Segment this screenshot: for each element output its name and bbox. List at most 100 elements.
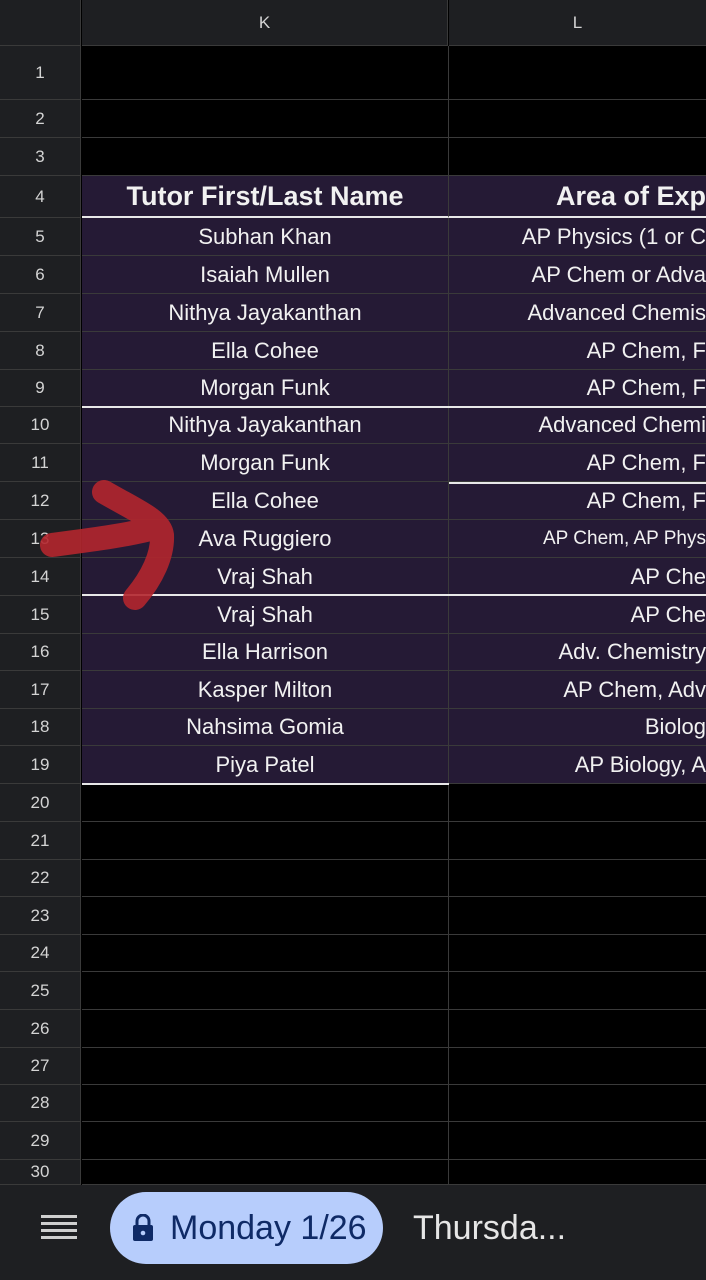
cell-k[interactable] bbox=[82, 822, 449, 860]
cell-l[interactable]: AP Physics (1 or C bbox=[449, 218, 706, 256]
cell-l[interactable] bbox=[449, 138, 706, 176]
row-number[interactable]: 26 bbox=[0, 1010, 81, 1048]
cell-k[interactable] bbox=[82, 897, 449, 935]
cell-l[interactable]: AP Biology, A bbox=[449, 746, 706, 784]
cell-k[interactable]: Ella Cohee bbox=[82, 482, 449, 520]
cell-l[interactable]: Advanced Chemi bbox=[449, 407, 706, 444]
row-number[interactable]: 7 bbox=[0, 294, 81, 332]
cell-l[interactable] bbox=[449, 897, 706, 935]
cell-k[interactable]: Nahsima Gomia bbox=[82, 709, 449, 746]
all-sheets-menu-icon[interactable] bbox=[41, 1215, 77, 1241]
cell-k[interactable]: Morgan Funk bbox=[82, 444, 449, 482]
cell-l[interactable] bbox=[449, 935, 706, 972]
cell-k[interactable]: Nithya Jayakanthan bbox=[82, 294, 449, 332]
row-number[interactable]: 8 bbox=[0, 332, 81, 370]
cell-k[interactable] bbox=[82, 972, 449, 1010]
row-number[interactable]: 24 bbox=[0, 935, 81, 972]
row-number[interactable]: 27 bbox=[0, 1048, 81, 1085]
row-number[interactable]: 17 bbox=[0, 671, 81, 709]
lock-icon bbox=[133, 1214, 153, 1241]
row-number[interactable]: 4 bbox=[0, 176, 81, 218]
row-number[interactable]: 1 bbox=[0, 46, 81, 100]
cell-k[interactable] bbox=[82, 100, 449, 138]
cell-l[interactable]: AP Chem, AP Phys bbox=[449, 520, 706, 558]
row-number[interactable]: 6 bbox=[0, 256, 81, 294]
row-number[interactable]: 12 bbox=[0, 482, 81, 520]
cell-k[interactable]: Piya Patel bbox=[82, 746, 449, 784]
cell-k[interactable]: Subhan Khan bbox=[82, 218, 449, 256]
row-number[interactable]: 5 bbox=[0, 218, 81, 256]
cell-l[interactable]: AP Che bbox=[449, 558, 706, 596]
border-line bbox=[82, 594, 706, 596]
cell-l[interactable] bbox=[449, 100, 706, 138]
sheet-tab-monday-label: Monday 1/26 bbox=[170, 1209, 367, 1247]
cell-l[interactable]: AP Chem, F bbox=[449, 332, 706, 370]
cell-k[interactable] bbox=[82, 138, 449, 176]
row-number[interactable]: 30 bbox=[0, 1160, 81, 1185]
cell-k[interactable]: Ava Ruggiero bbox=[82, 520, 449, 558]
sheet-tab-monday[interactable]: Monday 1/26 bbox=[110, 1192, 383, 1264]
cell-k[interactable] bbox=[82, 46, 449, 100]
cell-l[interactable] bbox=[449, 784, 706, 822]
row-number[interactable]: 11 bbox=[0, 444, 81, 482]
row-number[interactable]: 16 bbox=[0, 634, 81, 671]
header-cell-l[interactable]: Area of Exp bbox=[449, 176, 706, 218]
cell-k[interactable]: Kasper Milton bbox=[82, 671, 449, 709]
cell-k[interactable] bbox=[82, 1048, 449, 1085]
cell-k[interactable]: Morgan Funk bbox=[82, 370, 449, 407]
cell-l[interactable] bbox=[449, 860, 706, 897]
row-number[interactable]: 15 bbox=[0, 596, 81, 634]
row-number[interactable]: 25 bbox=[0, 972, 81, 1010]
cell-l[interactable] bbox=[449, 822, 706, 860]
cell-k[interactable]: Nithya Jayakanthan bbox=[82, 407, 449, 444]
row-number[interactable]: 20 bbox=[0, 784, 81, 822]
border-line bbox=[82, 406, 706, 408]
column-header-k[interactable]: K bbox=[82, 0, 448, 46]
cell-k[interactable] bbox=[82, 935, 449, 972]
row-number[interactable]: 2 bbox=[0, 100, 81, 138]
cell-k[interactable] bbox=[82, 784, 449, 822]
cell-k[interactable] bbox=[82, 1010, 449, 1048]
cell-l[interactable] bbox=[449, 46, 706, 100]
cell-l[interactable]: Advanced Chemis bbox=[449, 294, 706, 332]
cell-k[interactable]: Ella Cohee bbox=[82, 332, 449, 370]
row-number[interactable]: 18 bbox=[0, 709, 81, 746]
header-cell-k[interactable]: Tutor First/Last Name bbox=[82, 176, 449, 218]
cell-k[interactable] bbox=[82, 1160, 449, 1185]
cell-k[interactable]: Vraj Shah bbox=[82, 596, 449, 634]
cell-l[interactable]: AP Chem, F bbox=[449, 444, 706, 482]
cell-k[interactable]: Vraj Shah bbox=[82, 558, 449, 596]
cell-l[interactable]: AP Chem, F bbox=[449, 370, 706, 407]
cell-l[interactable]: AP Chem, F bbox=[449, 482, 706, 520]
cell-k[interactable] bbox=[82, 1085, 449, 1122]
cell-l[interactable]: AP Che bbox=[449, 596, 706, 634]
row-number[interactable]: 21 bbox=[0, 822, 81, 860]
cell-k[interactable] bbox=[82, 860, 449, 897]
select-all-corner[interactable] bbox=[0, 0, 81, 46]
row-number[interactable]: 19 bbox=[0, 746, 81, 784]
row-number[interactable]: 13 bbox=[0, 520, 81, 558]
cell-l[interactable] bbox=[449, 1010, 706, 1048]
sheet-tab-thursday[interactable]: Thursda... bbox=[413, 1192, 566, 1264]
row-number[interactable]: 14 bbox=[0, 558, 81, 596]
row-number[interactable]: 22 bbox=[0, 860, 81, 897]
column-header-l[interactable]: L bbox=[449, 0, 706, 46]
cell-l[interactable]: Biolog bbox=[449, 709, 706, 746]
cell-k[interactable] bbox=[82, 1122, 449, 1160]
row-number[interactable]: 9 bbox=[0, 370, 81, 407]
row-number[interactable]: 10 bbox=[0, 407, 81, 444]
row-number[interactable]: 3 bbox=[0, 138, 81, 176]
cell-l[interactable] bbox=[449, 972, 706, 1010]
cell-l[interactable]: AP Chem, Adv bbox=[449, 671, 706, 709]
cell-l[interactable]: Adv. Chemistry bbox=[449, 634, 706, 671]
cell-l[interactable] bbox=[449, 1122, 706, 1160]
cell-k[interactable]: Isaiah Mullen bbox=[82, 256, 449, 294]
row-number[interactable]: 28 bbox=[0, 1085, 81, 1122]
cell-k[interactable]: Ella Harrison bbox=[82, 634, 449, 671]
row-number[interactable]: 29 bbox=[0, 1122, 81, 1160]
cell-l[interactable] bbox=[449, 1160, 706, 1185]
cell-l[interactable]: AP Chem or Adva bbox=[449, 256, 706, 294]
cell-l[interactable] bbox=[449, 1085, 706, 1122]
row-number[interactable]: 23 bbox=[0, 897, 81, 935]
cell-l[interactable] bbox=[449, 1048, 706, 1085]
